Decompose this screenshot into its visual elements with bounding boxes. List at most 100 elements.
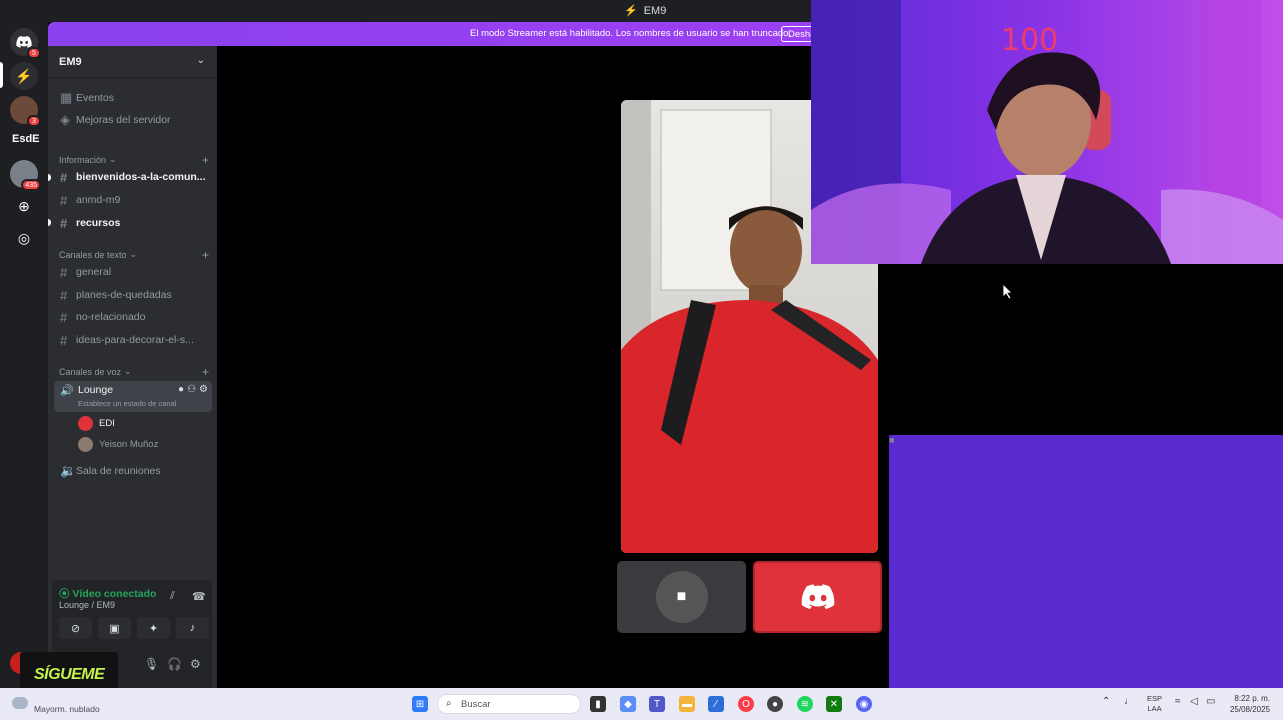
battery-icon[interactable]: ▭ bbox=[1206, 696, 1215, 707]
opera-icon[interactable]: O bbox=[738, 696, 754, 712]
server-boosts-item[interactable]: ◈ Mejoras del servidor bbox=[54, 110, 212, 130]
events-item[interactable]: ▦ Eventos bbox=[54, 88, 212, 108]
chevron-up-icon[interactable]: ⌃ bbox=[1102, 696, 1110, 707]
server-icon-3[interactable]: 3 bbox=[10, 96, 41, 127]
app-icon[interactable]: ⁄ bbox=[708, 696, 724, 712]
discord-icon[interactable]: ◉ bbox=[856, 696, 872, 712]
hashtag-icon: # bbox=[60, 215, 68, 231]
lightning-icon: ⚡ bbox=[15, 67, 33, 84]
channel-ideas-para-decorar[interactable]: # ideas-para-decorar-el-s... bbox=[54, 330, 212, 350]
camera-off-icon: ⊘ bbox=[70, 622, 81, 635]
add-channel-icon[interactable]: + bbox=[202, 248, 209, 262]
server-icon-em9[interactable]: ⚡ bbox=[10, 62, 38, 90]
server-icon-esde[interactable]: EsdE bbox=[12, 133, 40, 145]
microphone-icon[interactable]: ♩ bbox=[1124, 696, 1134, 707]
hashtag-icon: # bbox=[60, 332, 68, 348]
gear-icon[interactable]: ⚙ bbox=[199, 384, 208, 395]
avatar bbox=[78, 436, 93, 452]
voice-channel-sala-de-reuniones[interactable]: 🔉 Sala de reuniones bbox=[54, 461, 212, 481]
video-camera-icon: ■ bbox=[676, 588, 687, 605]
gear-icon[interactable]: ⚙ bbox=[190, 657, 201, 671]
activities-button[interactable]: ✦ bbox=[137, 617, 170, 639]
search-placeholder: Buscar bbox=[461, 699, 491, 710]
chat-bubble-icon[interactable]: ● bbox=[178, 384, 184, 395]
soundboard-button[interactable]: ♪ bbox=[176, 617, 209, 639]
window-title: EM9 bbox=[643, 4, 667, 17]
task-view-icon[interactable]: ▮ bbox=[590, 696, 606, 712]
signal-icon: ⦿ bbox=[59, 588, 73, 600]
windows-taskbar: Mayorm. nublado ⊞ ⌕ Buscar ▮ ◆ T ▬ ⁄ O ●… bbox=[0, 688, 1283, 720]
video-camera-icon: ■ bbox=[889, 435, 1283, 699]
channel-no-relacionado[interactable]: # no-relacionado bbox=[54, 307, 212, 327]
obs-icon[interactable]: ● bbox=[767, 696, 783, 712]
taskbar-search[interactable]: ⌕ Buscar bbox=[437, 694, 581, 714]
calendar-icon: ▦ bbox=[60, 90, 73, 105]
unread-indicator bbox=[48, 174, 51, 181]
language-indicator[interactable]: ESP LAA bbox=[1147, 694, 1162, 714]
channel-anmd-m9[interactable]: # anmd-m9 bbox=[54, 190, 212, 210]
chevron-down-icon: ⌄ bbox=[109, 154, 117, 164]
soundboard-icon: ♪ bbox=[189, 622, 196, 634]
clock[interactable]: 8:22 p. m. 25/08/2025 bbox=[1226, 693, 1270, 715]
selected-server-indicator bbox=[0, 62, 3, 88]
channel-bienvenidos[interactable]: # bienvenidos-a-la-comun... bbox=[54, 167, 212, 187]
hashtag-icon: # bbox=[60, 264, 68, 280]
add-channel-icon[interactable]: + bbox=[202, 365, 209, 379]
streamer-mode-banner: El modo Streamer está habilitado. Los no… bbox=[48, 22, 821, 46]
screen-share-icon: ▣ bbox=[109, 622, 120, 635]
voice-channel-lounge[interactable]: 🔊 Lounge Establece un estado de canal ● … bbox=[54, 381, 212, 412]
screen-share-button[interactable]: ▣ bbox=[98, 617, 131, 639]
screen: ⚡ EM9 5 ⚡ 3 EsdE 435 ⊕ ◎ El modo Streamer… bbox=[0, 0, 1283, 720]
mouse-cursor-icon bbox=[1003, 284, 1013, 300]
add-channel-icon[interactable]: + bbox=[202, 153, 209, 167]
chevron-down-icon: ⌄ bbox=[196, 55, 205, 66]
headphones-icon[interactable]: 🎧 bbox=[167, 657, 182, 671]
notification-badge: 3 bbox=[27, 115, 41, 127]
camera-off-button[interactable]: ⊘ bbox=[59, 617, 92, 639]
cloud-icon bbox=[12, 697, 28, 709]
channel-general[interactable]: # general bbox=[54, 262, 212, 282]
teams-icon[interactable]: T bbox=[649, 696, 665, 712]
search-icon: ⌕ bbox=[446, 698, 452, 709]
channel-sidebar: EM9 ⌄ ▦ Eventos ◈ Mejoras del servidor Inf… bbox=[48, 46, 1283, 699]
category-informacion[interactable]: Información ⌄ + bbox=[59, 153, 209, 167]
wifi-icon[interactable]: ≈ bbox=[1175, 696, 1181, 707]
chevron-down-icon: ⌄ bbox=[124, 366, 132, 376]
weather-text[interactable]: Mayorm. nublado bbox=[34, 704, 100, 714]
xbox-icon[interactable]: ✕ bbox=[826, 696, 842, 712]
channel-recursos[interactable]: # recursos bbox=[54, 213, 212, 233]
voice-member[interactable]: EDI bbox=[78, 414, 208, 432]
connection-location[interactable]: Lounge / EM9 bbox=[59, 600, 115, 610]
category-canales-de-voz[interactable]: Canales de voz ⌄ + bbox=[59, 365, 209, 379]
video-tile-camera-off[interactable]: ■ bbox=[617, 561, 746, 633]
avatar: ■ bbox=[655, 571, 708, 623]
disconnect-icon[interactable]: ☎ bbox=[192, 590, 206, 603]
channel-status-hint[interactable]: Establece un estado de canal bbox=[78, 399, 176, 408]
discord-home-icon[interactable]: 5 bbox=[10, 28, 41, 59]
channel-planes-de-quedadas[interactable]: # planes-de-quedadas bbox=[54, 285, 212, 305]
spotify-icon[interactable]: ≋ bbox=[797, 696, 813, 712]
volume-icon[interactable]: ◁ bbox=[1190, 696, 1198, 707]
noise-suppression-icon[interactable]: ⫽ bbox=[170, 590, 175, 603]
category-canales-de-texto[interactable]: Canales de texto ⌄ + bbox=[59, 248, 209, 262]
notification-badge: 435 bbox=[21, 179, 41, 191]
video-tile-discord-avatar[interactable] bbox=[753, 561, 882, 633]
hashtag-icon: # bbox=[60, 287, 68, 303]
explore-compass-icon[interactable]: ◎ bbox=[10, 224, 38, 252]
webcam-feed: 100 bbox=[811, 0, 1283, 264]
voice-member[interactable]: Yeison Muñoz ■ bbox=[78, 435, 1283, 699]
server-icon-5[interactable]: 435 bbox=[10, 160, 41, 191]
speaker-icon: 🔊 bbox=[60, 385, 74, 397]
microphone-icon[interactable]: 🎙 bbox=[144, 657, 159, 671]
streamer-webcam-overlay: 100 bbox=[811, 0, 1283, 264]
invite-user-icon[interactable]: ⚇ bbox=[187, 384, 196, 395]
windows-start-icon[interactable]: ⊞ bbox=[412, 696, 428, 712]
file-explorer-icon[interactable]: ▬ bbox=[679, 696, 695, 712]
app-icon: ⚡ bbox=[624, 5, 638, 17]
streamer-mode-message: El modo Streamer está habilitado. Los no… bbox=[470, 28, 792, 39]
voice-channel-name: Lounge bbox=[78, 384, 114, 396]
guild-header[interactable]: EM9 ⌄ bbox=[48, 46, 217, 78]
copilot-icon[interactable]: ◆ bbox=[620, 696, 636, 712]
add-server-icon[interactable]: ⊕ bbox=[10, 192, 38, 220]
hashtag-icon: # bbox=[60, 169, 68, 185]
